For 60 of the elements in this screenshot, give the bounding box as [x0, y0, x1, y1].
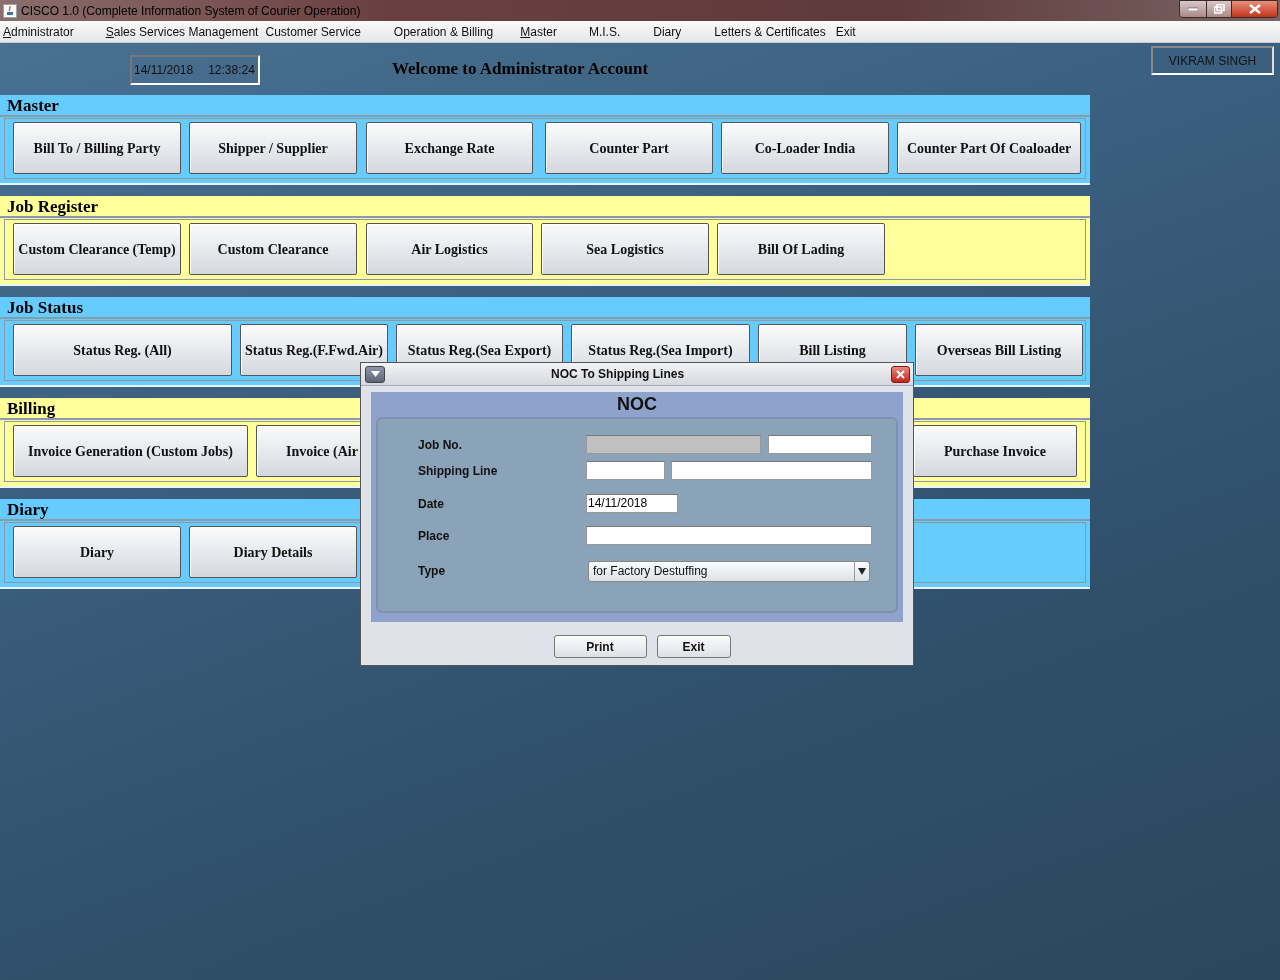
dropdown-arrow-icon — [854, 562, 869, 581]
minimize-icon — [1188, 7, 1198, 11]
menu-button[interactable]: Exchange Rate — [366, 122, 533, 174]
menu-button[interactable]: Sea Logistics — [541, 223, 709, 275]
menu-item[interactable]: Customer Service — [265, 22, 361, 41]
menu-button[interactable]: Custom Clearance — [189, 223, 357, 275]
restore-button[interactable] — [1207, 1, 1232, 17]
input-field[interactable] — [586, 526, 872, 545]
minimize-button[interactable] — [1180, 1, 1207, 17]
menu-button[interactable]: Invoice Generation (Custom Jobs) — [13, 425, 248, 477]
menu-button[interactable]: Diary Details — [189, 526, 357, 578]
menu-button[interactable]: Overseas Bill Listing — [915, 324, 1083, 376]
window-title: CISCO 1.0 (Complete Information System of Courier Operation) — [21, 2, 361, 20]
menu-item[interactable]: Sales Services Management — [105, 22, 259, 41]
date-field[interactable]: 14/11/2018 — [586, 494, 678, 513]
menu-button[interactable]: Counter Part Of Coaloader — [897, 122, 1081, 174]
menu-button[interactable]: Bill To / Billing Party — [13, 122, 181, 174]
menu-item[interactable]: Administrator — [3, 22, 74, 41]
section-title: Job Register — [0, 196, 1090, 218]
caret-icon — [370, 371, 380, 377]
app-icon — [3, 3, 17, 18]
menu-button[interactable]: Co-Loader India — [721, 122, 889, 174]
section-title: Job Status — [0, 297, 1090, 319]
field-label: Type — [418, 563, 446, 580]
input-field[interactable] — [671, 461, 872, 480]
date-text: 14/11/2018 — [134, 62, 194, 79]
input-field[interactable] — [768, 435, 872, 454]
menu-button[interactable]: Status Reg.(F.Fwd.Air) — [240, 324, 388, 376]
system-menu-button[interactable] — [365, 365, 385, 383]
dialog-button[interactable]: Exit — [656, 635, 731, 658]
menu-button[interactable]: Bill Of Lading — [717, 223, 885, 275]
type-dropdown[interactable]: for Factory Destuffing — [588, 561, 870, 582]
dropdown-value: for Factory Destuffing — [593, 564, 708, 578]
menu-item[interactable]: Diary — [653, 22, 682, 41]
close-button[interactable] — [891, 365, 910, 383]
section-title: Master — [0, 95, 1090, 117]
close-icon — [896, 369, 905, 379]
menu-item[interactable]: Exit — [835, 22, 856, 41]
menu-button[interactable]: Custom Clearance (Temp) — [13, 223, 181, 275]
menu-button[interactable]: Purchase Invoice — [913, 425, 1077, 477]
input-field[interactable] — [586, 435, 761, 454]
menu-button[interactable]: Shipper / Supplier — [189, 122, 357, 174]
welcome-heading: Welcome to Administrator Account — [392, 58, 649, 80]
menu-item[interactable]: Letters & Certificates — [714, 22, 826, 41]
input-field[interactable] — [586, 461, 665, 480]
menu-button[interactable]: Counter Part — [545, 122, 713, 174]
menu-item[interactable]: M.I.S. — [588, 22, 621, 41]
time-text: 12:38:24 — [208, 62, 255, 79]
restore-icon — [1213, 4, 1225, 14]
close-icon — [1248, 4, 1261, 14]
menu-button[interactable]: Air Logistics — [366, 223, 533, 275]
field-label: Place — [418, 528, 450, 545]
user-name: VIKRAM SINGH — [1151, 46, 1274, 75]
close-button[interactable] — [1232, 1, 1277, 17]
menu-button[interactable]: Diary — [13, 526, 181, 578]
dialog-button[interactable]: Print — [553, 635, 647, 658]
menu-button[interactable]: Status Reg. (All) — [13, 324, 232, 376]
menu-item[interactable]: Operation & Billing — [393, 22, 494, 41]
field-label: Date — [418, 496, 444, 513]
menu-item[interactable]: Master — [520, 22, 557, 41]
